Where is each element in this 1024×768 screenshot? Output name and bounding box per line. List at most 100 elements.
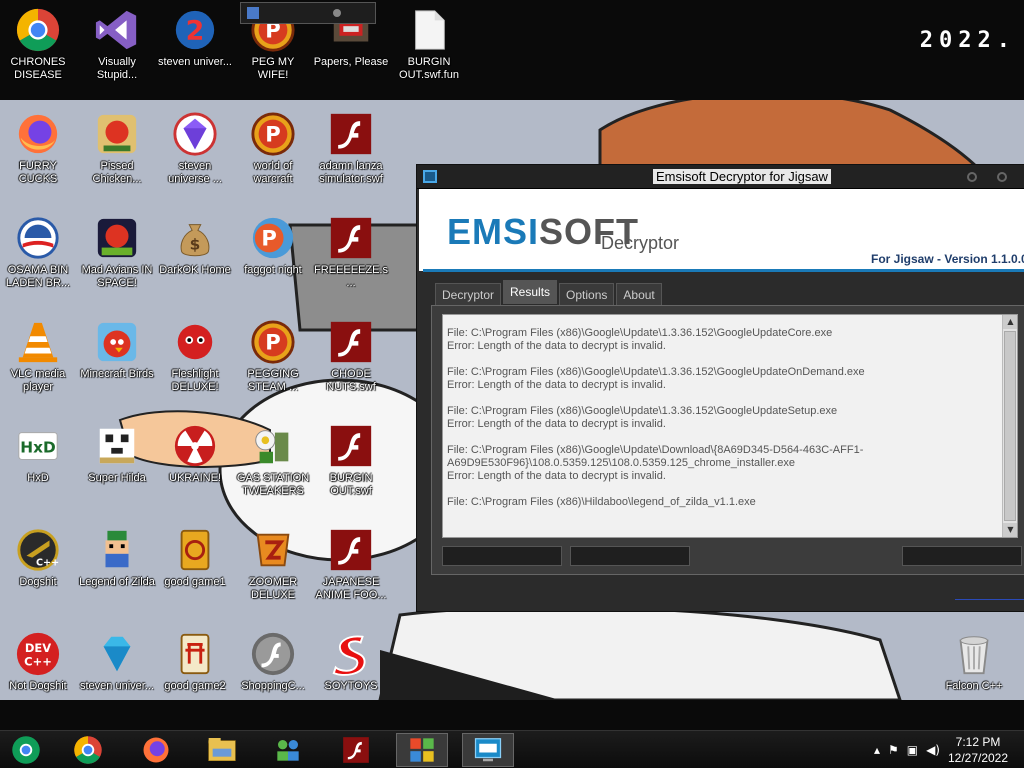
taskbar-firefox[interactable] — [130, 733, 182, 767]
desktop-icon-adamn-lanza[interactable]: adamn lanza simulator.swf — [313, 106, 389, 206]
desktop-icon-mad-avians[interactable]: Mad Avians IN SPACE! — [79, 210, 155, 310]
tab-about[interactable]: About — [616, 283, 662, 305]
minimize-button[interactable] — [967, 172, 977, 182]
brand-product-text: Decryptor — [601, 233, 680, 253]
desktop-icon-chrones-disease[interactable]: CHRONES DISEASE — [0, 2, 76, 102]
diamond-icon — [93, 630, 141, 678]
log-file-line: File: C:\Program Files (x86)\Google\Upda… — [447, 405, 838, 417]
status-link[interactable] — [955, 599, 1024, 600]
desktop-icon-minecraft-birds[interactable]: Minecraft Birds — [79, 314, 155, 414]
desktop-icon-osama-bin-laden[interactable]: OSAMA BIN LADEN BR... — [0, 210, 76, 310]
desktop-icon-burgin-out-swf[interactable]: BURGIN OUT.swf — [313, 418, 389, 518]
desktop-icon-shoppingc[interactable]: ShoppingC... — [235, 626, 311, 726]
desktop-icon-soytoys[interactable]: SOYTOYS — [313, 626, 389, 726]
desktop-icon-falcon-cpp[interactable]: Falcon C++ — [936, 626, 1012, 726]
desktop-icon-legend-of-zilda[interactable]: Legend of Zilda — [79, 522, 155, 622]
results-log[interactable]: File: C:\Program Files (x86)\Google\Upda… — [442, 314, 1018, 538]
desktop-icon-chode-nuts[interactable]: CHODE NUTS.swf — [313, 314, 389, 414]
log-text: File: C:\Program Files (x86)\Google\Upda… — [447, 327, 995, 522]
taskbar-chrome[interactable] — [62, 733, 114, 767]
tab-results[interactable]: Results — [503, 280, 558, 304]
obama-logo-icon — [14, 214, 62, 262]
angry-birds-space-icon — [93, 214, 141, 262]
flag-icon[interactable]: ⚑ — [888, 743, 899, 757]
desktop-icon-furry-cucks[interactable]: FURRY CUCKS — [0, 106, 76, 206]
status-bar — [417, 589, 1024, 611]
desktop-icon-label: Not Dogshit — [9, 680, 67, 692]
desktop-icon-fleshlight-deluxe[interactable]: Fleshlight DELUXE! — [157, 314, 233, 414]
window-button-icon[interactable] — [333, 9, 341, 17]
desktop-icon-label: Pissed Chicken... — [92, 160, 142, 185]
desktop-icon-freeeeeze[interactable]: FREEEEEZE.s... — [313, 210, 389, 310]
desktop-icon-label: steven univer... — [80, 680, 154, 692]
hxd-icon: HxD — [14, 422, 62, 470]
desktop-icon-vlc[interactable]: VLC media player — [0, 314, 76, 414]
desktop-icon-label: PEGGING STEAM ... — [247, 368, 299, 393]
taskbar-decryptor[interactable] — [462, 733, 514, 767]
desktop-icon-faggot-night[interactable]: P faggot night — [235, 210, 311, 310]
desktop-icon-world-of-warcraft[interactable]: P world of warcraft — [235, 106, 311, 206]
desktop-icon-steven-universe-2[interactable]: steven universe ... — [157, 106, 233, 206]
mini-window[interactable] — [240, 2, 376, 24]
desktop-icon-darkok-home[interactable]: $ DarkOK Home — [157, 210, 233, 310]
money-bag-icon: $ — [171, 214, 219, 262]
tab-decryptor[interactable]: Decryptor — [435, 283, 502, 305]
desktop-icon-zoomer-deluxe[interactable]: ZOOMER DELUXE — [235, 522, 311, 622]
desktop-icon-steven-universe-3[interactable]: steven univer... — [79, 626, 155, 726]
tab-options[interactable]: Options — [559, 283, 615, 305]
decryptor-window[interactable]: Emsisoft Decryptor for Jigsaw EMSISOFT D… — [416, 164, 1024, 612]
desktop-icon-gas-station-tweakers[interactable]: GAS STATION TWEAKERS — [235, 418, 311, 518]
network-icon[interactable]: ▣ — [907, 743, 918, 757]
desktop-icon-good-game1[interactable]: good game1 — [157, 522, 233, 622]
scroll-up-icon[interactable]: ▲ — [1003, 315, 1017, 329]
desktop-icon-ukraine[interactable]: UKRAINE! — [157, 418, 233, 518]
svg-text:P: P — [265, 122, 280, 147]
volume-icon[interactable]: ◀) — [926, 743, 940, 757]
desktop-icon-label: faggot night — [244, 264, 302, 276]
tray-expand-icon[interactable]: ▴ — [874, 743, 880, 757]
mahjong-icon — [171, 526, 219, 574]
desktop-icon-label: good game1 — [164, 576, 226, 588]
desktop-icon-visually-stupid[interactable]: Visually Stupid... — [79, 2, 155, 102]
scroll-thumb[interactable] — [1004, 331, 1016, 521]
svg-text:DEV: DEV — [25, 641, 51, 655]
plants-vs-zombies-icon — [249, 422, 297, 470]
panel-button-1[interactable] — [442, 546, 562, 566]
desktop-icon-pegging-steam[interactable]: P PEGGING STEAM ... — [235, 314, 311, 414]
desktop-icon-label: BURGIN OUT.swf — [329, 472, 373, 497]
log-scrollbar[interactable]: ▲ ▼ — [1002, 315, 1017, 537]
flash-icon — [327, 110, 375, 158]
soytoys-icon — [327, 630, 375, 678]
panel-button-2[interactable] — [570, 546, 690, 566]
panel-button-3[interactable] — [902, 546, 1022, 566]
taskbar-start-button[interactable] — [0, 733, 52, 767]
desktop-icon-pissed-chicken[interactable]: Pissed Chicken... — [79, 106, 155, 206]
chrome-icon — [74, 736, 102, 764]
flash-icon — [327, 526, 375, 574]
desktop-icon-label: steven universe ... — [168, 160, 222, 185]
desktop-icon-not-dogshit[interactable]: DEV C++ Not Dogshit — [0, 626, 76, 726]
taskbar: ▴ ⚑ ▣ ◀) 7:12 PM 12/27/2022 — [0, 730, 1024, 768]
desktop-icon-steven-universe-1[interactable]: 2 steven univer... — [157, 2, 233, 102]
cpp-icon: C++ — [14, 526, 62, 574]
desktop-icon-japanese-anime[interactable]: JAPANESE ANIME FOO... — [313, 522, 389, 622]
taskbar-app-window[interactable] — [396, 733, 448, 767]
desktop-icon-burgin-out-fun[interactable]: BURGIN OUT.swf.fun — [391, 2, 467, 102]
pixel-dog-icon — [93, 422, 141, 470]
mahjong-icon — [171, 630, 219, 678]
desktop-icon-good-game2[interactable]: good game2 — [157, 626, 233, 726]
desktop-icon-label: Fleshlight DELUXE! — [171, 368, 219, 393]
desktop-icon-dogshit[interactable]: C++ Dogshit — [0, 522, 76, 622]
desktop-icon-label: good game2 — [164, 680, 226, 692]
close-button[interactable] — [997, 172, 1007, 182]
desktop-icon-hxd[interactable]: HxD HxD — [0, 418, 76, 518]
taskbar-file-explorer[interactable] — [196, 733, 248, 767]
taskbar-network[interactable] — [262, 733, 314, 767]
flash-icon — [327, 214, 375, 262]
scroll-down-icon[interactable]: ▼ — [1003, 523, 1017, 537]
angry-birds-seasons-icon — [93, 110, 141, 158]
desktop-icon-super-hilda[interactable]: Super Hilda — [79, 418, 155, 518]
taskbar-flash[interactable] — [330, 733, 382, 767]
taskbar-clock[interactable]: 7:12 PM 12/27/2022 — [942, 734, 1014, 766]
window-titlebar[interactable]: Emsisoft Decryptor for Jigsaw — [417, 165, 1024, 189]
